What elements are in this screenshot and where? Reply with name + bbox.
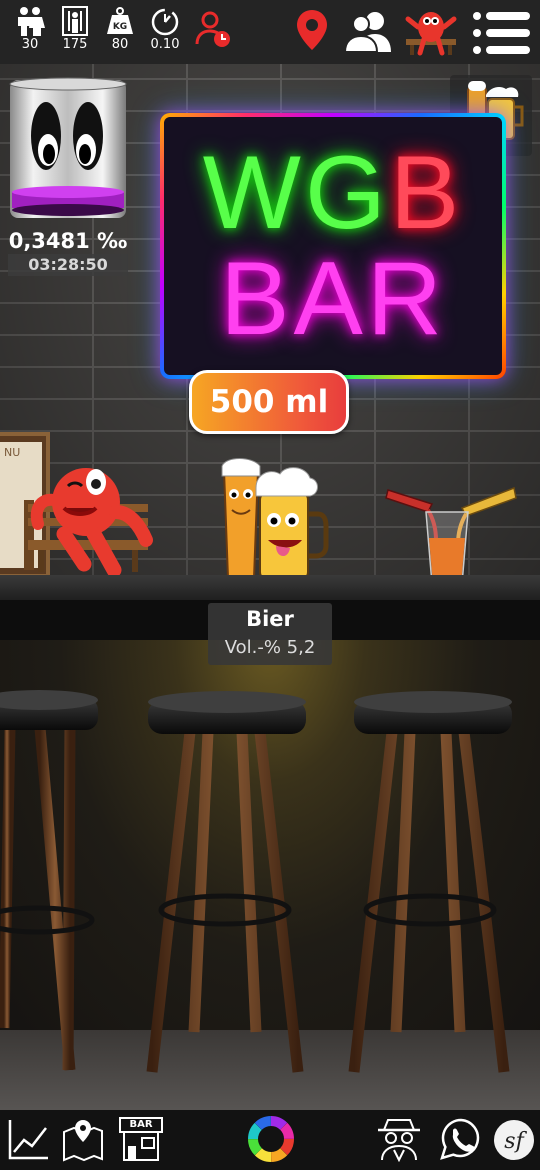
drink-info: Bier Vol.-% 5,2 — [208, 603, 332, 665]
user-timer-button[interactable] — [194, 10, 234, 50]
nav-incognito-button[interactable] — [376, 1116, 422, 1163]
drink-abv: Vol.-% 5,2 — [224, 637, 316, 658]
stat-weight[interactable]: KG 80 — [98, 6, 142, 52]
red-mascot-icon — [24, 468, 153, 578]
nav-map-button[interactable] — [60, 1116, 106, 1162]
promille-time: 03:28:50 — [8, 254, 128, 276]
stool-right — [348, 691, 512, 1073]
nav-bar-button[interactable]: BAR — [118, 1116, 164, 1162]
nav-color-wheel-button[interactable] — [246, 1114, 296, 1164]
user-clock-icon — [195, 11, 230, 47]
neon-line-2: BAR — [220, 241, 446, 357]
stat-timer-value: 0.10 — [150, 37, 180, 52]
stat-people-value: 30 — [21, 37, 39, 52]
nav-stats-button[interactable] — [6, 1116, 52, 1162]
map-icon — [63, 1120, 103, 1162]
beer-mascots-icon — [221, 458, 329, 586]
mascot-bench[interactable] — [24, 460, 164, 588]
whatsapp-icon — [440, 1118, 480, 1160]
location-button[interactable] — [292, 8, 332, 52]
mix-drink-icon — [385, 486, 517, 589]
menu-button[interactable] — [472, 10, 532, 56]
stat-timer[interactable]: 0.10 — [143, 6, 187, 52]
stool-left — [0, 690, 98, 1071]
nav-whatsapp-button[interactable] — [438, 1116, 484, 1162]
volume-selector[interactable]: 500 ml — [189, 370, 349, 434]
color-wheel-icon — [248, 1116, 294, 1162]
chart-icon — [8, 1120, 48, 1160]
timer-icon — [151, 8, 179, 36]
location-pin-icon — [297, 10, 327, 50]
mascot-icon — [405, 12, 457, 56]
svg-text:sf: sf — [504, 1129, 527, 1154]
neon-line-1: WGB — [164, 141, 502, 245]
stool-center — [146, 691, 306, 1073]
mix-drink-button[interactable] — [384, 482, 518, 590]
nav-sf-button[interactable]: sf — [494, 1120, 534, 1160]
stat-weight-value: 80 — [111, 37, 129, 52]
friends-button[interactable] — [343, 8, 393, 54]
beer-drink-button[interactable] — [216, 458, 332, 586]
sf-icon: sf — [504, 1129, 527, 1154]
people-icon — [18, 7, 45, 36]
menu-board-text: NU — [4, 446, 21, 459]
spy-icon — [378, 1119, 420, 1163]
menu-icon — [473, 12, 530, 54]
neon-sign: WGB BAR — [160, 113, 506, 379]
neon-red-text: B — [389, 135, 464, 251]
neon-green-text: WG — [202, 135, 390, 251]
svg-text:KG: KG — [113, 22, 127, 32]
mascot-button[interactable] — [404, 5, 458, 57]
bar-stools — [0, 690, 512, 1073]
bar-icon-label: BAR — [129, 1119, 153, 1130]
drink-name: Bier — [246, 607, 294, 631]
stat-people[interactable]: 30 — [8, 6, 52, 52]
weight-icon: KG — [107, 7, 133, 34]
stat-height[interactable]: 175 — [53, 6, 97, 52]
glass-mascot-icon — [9, 77, 127, 218]
stat-height-value: 175 — [62, 37, 88, 52]
users-icon — [343, 12, 391, 53]
height-icon — [62, 6, 88, 36]
promille-value: 0,3481 ‰ — [8, 229, 128, 253]
